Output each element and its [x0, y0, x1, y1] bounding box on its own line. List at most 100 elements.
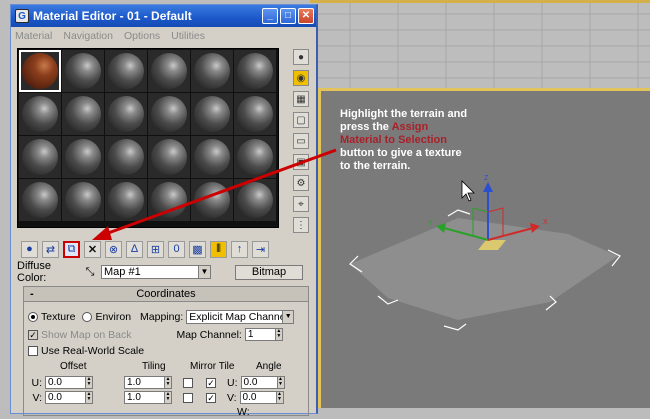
sample-slot[interactable]: [62, 93, 104, 135]
real-world-scale-label: Use Real-World Scale: [41, 344, 145, 357]
map-channel-spinner[interactable]: 1 ▲ ▼: [244, 328, 283, 341]
sample-slot[interactable]: [19, 93, 61, 135]
go-forward-to-sibling-button[interactable]: ⇥: [252, 240, 269, 258]
sample-slot[interactable]: [234, 136, 276, 178]
map-name-field[interactable]: Map #1 ▼: [101, 265, 211, 279]
make-material-copy-button[interactable]: ⊗: [105, 240, 122, 258]
menu-material[interactable]: Material: [15, 30, 52, 42]
spinner-arrows-icon[interactable]: ▲ ▼: [274, 329, 282, 340]
sample-slot[interactable]: [191, 50, 233, 92]
select-by-material-icon[interactable]: ⌖: [293, 196, 309, 212]
spinner-arrows-icon[interactable]: ▲ ▼: [85, 392, 92, 403]
material-sphere-icon: [237, 139, 273, 175]
make-unique-button[interactable]: ∆: [126, 240, 143, 258]
go-to-parent-button[interactable]: ↑: [231, 240, 248, 258]
material-sphere-icon: [65, 96, 101, 132]
mapping-dropdown[interactable]: Explicit Map Channel ▼: [186, 309, 295, 324]
angle-header: Angle: [256, 361, 282, 372]
sample-slot[interactable]: [105, 136, 147, 178]
texture-radio[interactable]: [28, 311, 38, 322]
coordinates-rollout-header[interactable]: - Coordinates: [24, 287, 308, 302]
sample-slot[interactable]: [191, 136, 233, 178]
v-angle-spinner[interactable]: 0.0 ▲ ▼: [239, 391, 284, 404]
u-mirror-checkbox[interactable]: [183, 377, 193, 388]
spinner-arrows-icon[interactable]: ▲ ▼: [164, 392, 171, 403]
sample-slot[interactable]: [191, 93, 233, 135]
material-map-navigator-icon[interactable]: ⋮: [293, 217, 309, 233]
v-offset-value: 0.0: [48, 392, 62, 403]
environ-radio[interactable]: [82, 311, 93, 322]
sample-slot[interactable]: [105, 179, 147, 221]
sample-slot[interactable]: [148, 93, 190, 135]
sample-slot[interactable]: [19, 136, 61, 178]
material-sphere-icon: [22, 182, 58, 218]
map-type-button[interactable]: Bitmap: [235, 264, 303, 280]
sample-slot[interactable]: [19, 50, 61, 92]
chevron-down-icon[interactable]: ▼: [198, 266, 210, 278]
gizmo-x-label: X: [543, 219, 548, 226]
v-tile-checkbox[interactable]: ✓: [206, 392, 216, 403]
backlight-icon[interactable]: ◉: [293, 70, 309, 86]
sample-slot[interactable]: [105, 50, 147, 92]
assign-material-to-selection-button[interactable]: ⧉: [63, 240, 80, 258]
sample-slot[interactable]: [148, 179, 190, 221]
put-to-scene-button[interactable]: ⇄: [42, 240, 59, 258]
v-mirror-checkbox[interactable]: [183, 392, 193, 403]
title-bar[interactable]: G Material Editor - 01 - Default _ □ ✕: [11, 5, 316, 27]
spinner-arrows-icon[interactable]: ▲ ▼: [164, 377, 171, 388]
menu-utilities[interactable]: Utilities: [171, 30, 205, 42]
chevron-down-icon[interactable]: ▼: [282, 310, 294, 323]
get-material-button[interactable]: ●: [21, 240, 38, 258]
u-angle-spinner[interactable]: 0.0 ▲ ▼: [240, 376, 285, 389]
v-offset-spinner[interactable]: 0.0 ▲ ▼: [45, 391, 93, 404]
sample-slot[interactable]: [148, 136, 190, 178]
u-offset-spinner[interactable]: 0.0 ▲ ▼: [45, 376, 93, 389]
close-button[interactable]: ✕: [298, 8, 314, 24]
w-angle-label: W:: [237, 405, 250, 418]
spinner-arrows-icon[interactable]: ▲ ▼: [85, 377, 92, 388]
mirror-tile-header: Mirror Tile: [190, 361, 235, 372]
spinner-arrows-icon[interactable]: ▲ ▼: [275, 392, 283, 403]
material-sphere-icon: [237, 53, 273, 89]
collapse-icon[interactable]: -: [30, 287, 34, 301]
pick-material-eyedropper-icon[interactable]: ⤡: [83, 265, 97, 279]
material-sphere-icon: [108, 96, 144, 132]
background-checker-icon[interactable]: ▦: [293, 91, 309, 107]
top-viewport-grid: [310, 0, 650, 88]
put-to-library-button[interactable]: ⊞: [147, 240, 164, 258]
show-map-in-viewport-button[interactable]: ▩: [189, 240, 206, 258]
sample-uv-tiling-icon[interactable]: ▢: [293, 112, 309, 128]
show-end-result-button[interactable]: ⫴: [210, 240, 227, 258]
material-sphere-icon: [151, 53, 187, 89]
make-preview-icon[interactable]: ▣: [293, 154, 309, 170]
sample-type-sphere-icon[interactable]: ●: [293, 49, 309, 65]
sample-slot[interactable]: [62, 136, 104, 178]
sample-slot[interactable]: [19, 179, 61, 221]
material-sphere-icon: [151, 139, 187, 175]
video-color-check-icon[interactable]: ▭: [293, 133, 309, 149]
u-tile-checkbox[interactable]: ✓: [206, 377, 216, 388]
sample-slot[interactable]: [234, 179, 276, 221]
show-map-on-back-checkbox[interactable]: ✓: [28, 329, 38, 340]
menu-options[interactable]: Options: [124, 30, 160, 42]
u-tiling-spinner[interactable]: 1.0 ▲ ▼: [124, 376, 172, 389]
minimize-button[interactable]: _: [262, 8, 278, 24]
mapping-type-row: Texture Environ Mapping: Explicit Map Ch…: [28, 309, 295, 324]
options-icon[interactable]: ⚙: [293, 175, 309, 191]
sample-slot[interactable]: [191, 179, 233, 221]
sample-slot[interactable]: [62, 50, 104, 92]
reset-map-button[interactable]: ✕: [84, 240, 101, 258]
sample-slot[interactable]: [234, 50, 276, 92]
sample-slot[interactable]: [62, 179, 104, 221]
mapping-label: Mapping:: [140, 310, 184, 323]
real-world-scale-checkbox[interactable]: [28, 345, 38, 356]
menu-navigation[interactable]: Navigation: [63, 30, 113, 42]
maximize-button[interactable]: □: [280, 8, 296, 24]
spinner-arrows-icon[interactable]: ▲ ▼: [276, 377, 284, 388]
material-effects-channel-button[interactable]: 0: [168, 240, 185, 258]
sample-slot[interactable]: [234, 93, 276, 135]
sample-slot[interactable]: [105, 93, 147, 135]
v-tiling-value: 1.0: [127, 392, 141, 403]
sample-slot[interactable]: [148, 50, 190, 92]
v-tiling-spinner[interactable]: 1.0 ▲ ▼: [124, 391, 172, 404]
